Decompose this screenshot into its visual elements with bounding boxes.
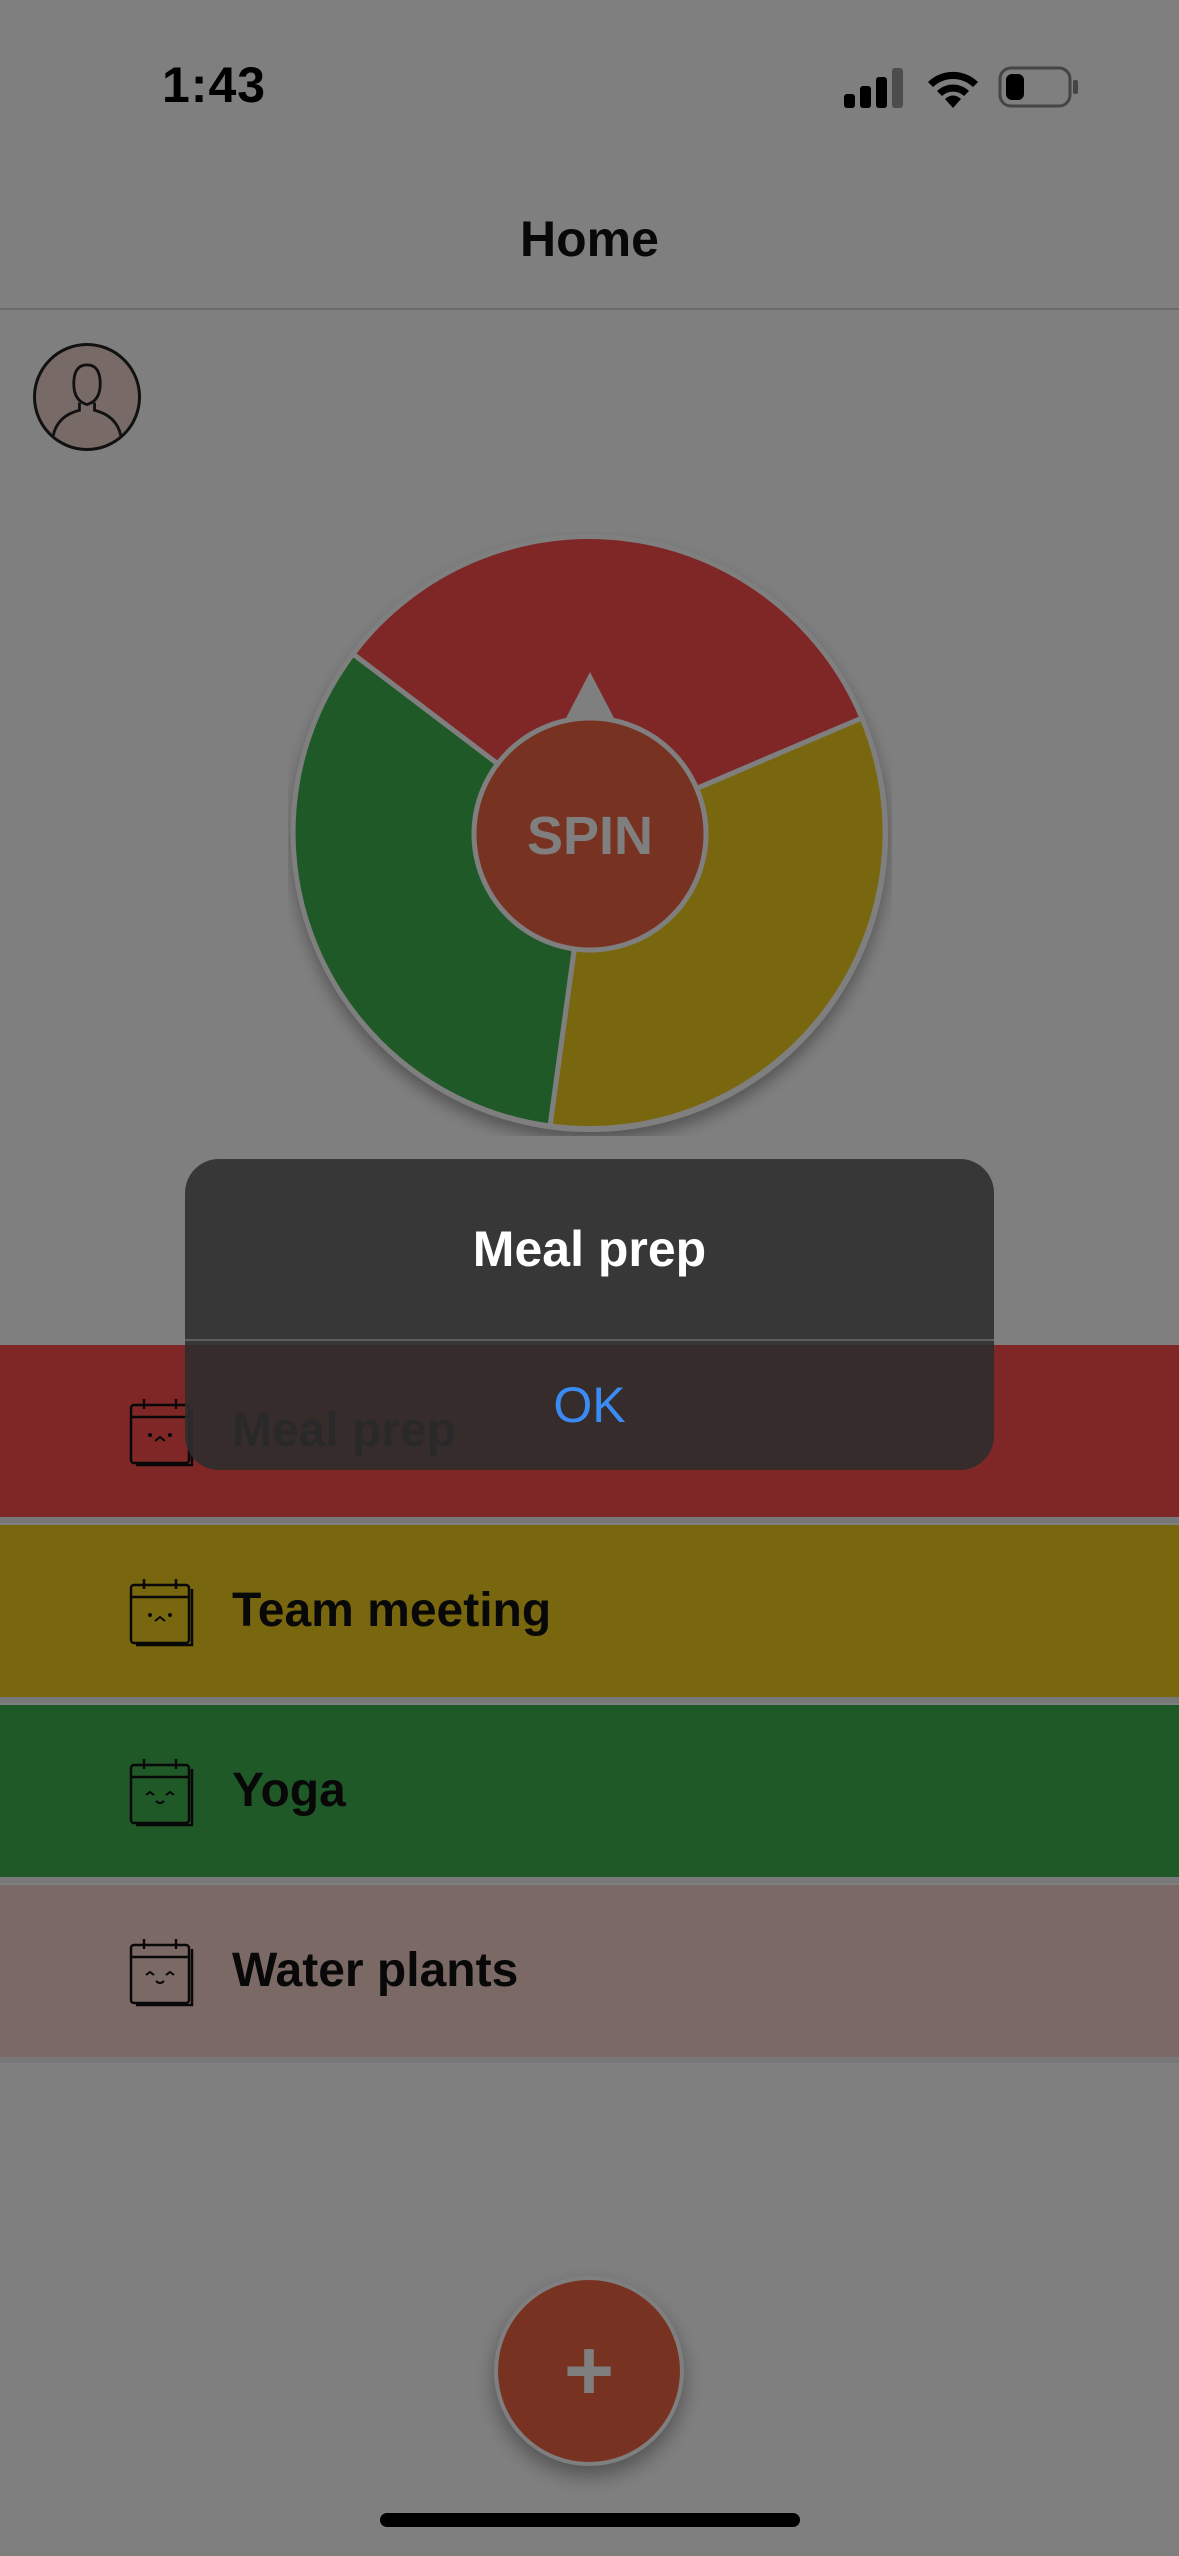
result-alert: Meal prep OK <box>185 1159 994 1470</box>
alert-title: Meal prep <box>472 1221 707 1277</box>
ok-button[interactable]: OK <box>185 1341 994 1470</box>
